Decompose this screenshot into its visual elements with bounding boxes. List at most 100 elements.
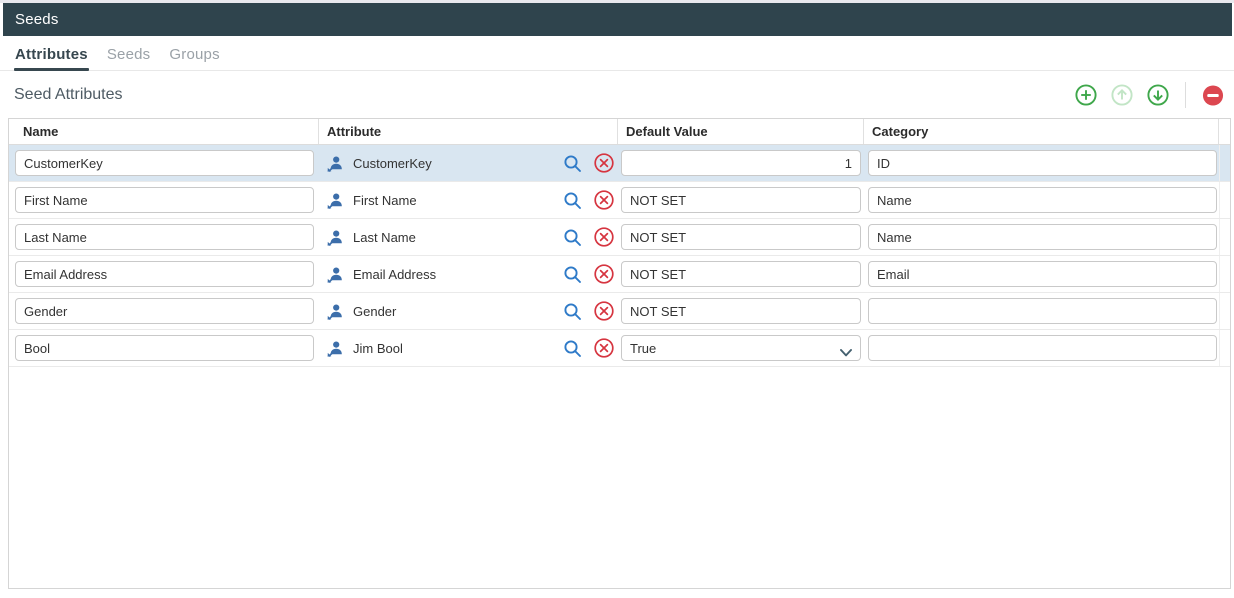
search-icon[interactable] (563, 339, 582, 358)
name-cell (9, 182, 319, 218)
section-header: Seed Attributes (0, 75, 1234, 115)
remove-circle-icon[interactable] (594, 190, 614, 210)
default-value-input[interactable] (621, 224, 861, 250)
name-input[interactable] (15, 150, 314, 176)
name-input[interactable] (15, 261, 314, 287)
category-input[interactable] (868, 335, 1217, 361)
attribute-cell: CustomerKey (319, 145, 618, 181)
attribute-label: Jim Bool (353, 341, 403, 356)
remove-circle-icon[interactable] (594, 153, 614, 173)
user-icon (327, 155, 344, 172)
name-input[interactable] (15, 335, 314, 361)
row-filler (1219, 145, 1230, 181)
default-value-input[interactable] (621, 187, 861, 213)
page-title: Seeds (15, 11, 59, 28)
table-row[interactable]: Jim Bool (9, 330, 1230, 367)
toolbar (1075, 82, 1224, 108)
default-value-cell (618, 219, 864, 255)
row-filler (1219, 219, 1230, 255)
category-cell (864, 330, 1219, 366)
category-input[interactable] (868, 261, 1217, 287)
attribute-label: Gender (353, 304, 396, 319)
section-title: Seed Attributes (14, 86, 123, 104)
default-value-field (621, 298, 861, 324)
table-row[interactable]: First Name (9, 182, 1230, 219)
attribute-cell: First Name (319, 182, 618, 218)
table-row[interactable]: Gender (9, 293, 1230, 330)
column-header-default-value: Default Value (618, 119, 864, 144)
search-icon[interactable] (563, 154, 582, 173)
remove-circle-icon[interactable] (594, 338, 614, 358)
search-icon[interactable] (563, 265, 582, 284)
tab-attributes[interactable]: Attributes (14, 46, 89, 70)
name-cell (9, 145, 319, 181)
column-header-filler (1219, 119, 1230, 144)
default-value-field (621, 150, 861, 176)
content-panel: Seeds Attributes Seeds Groups Seed Attri… (0, 3, 1234, 598)
default-value-field (621, 335, 861, 361)
user-icon (327, 192, 344, 209)
table-body: CustomerKey (9, 145, 1230, 588)
default-value-input[interactable] (621, 150, 861, 176)
name-input[interactable] (15, 298, 314, 324)
attribute-cell: Email Address (319, 256, 618, 292)
category-input[interactable] (868, 298, 1217, 324)
category-cell (864, 145, 1219, 181)
name-cell (9, 219, 319, 255)
attribute-cell: Gender (319, 293, 618, 329)
plus-circle-icon (1075, 84, 1097, 106)
name-input[interactable] (15, 187, 314, 213)
column-header-attribute: Attribute (319, 119, 618, 144)
move-down-button[interactable] (1147, 84, 1169, 106)
toolbar-divider (1185, 82, 1186, 108)
table-row[interactable]: Last Name (9, 219, 1230, 256)
category-input[interactable] (868, 224, 1217, 250)
default-value-field (621, 261, 861, 287)
table-row[interactable]: CustomerKey (9, 145, 1230, 182)
table-row[interactable]: Email Address (9, 256, 1230, 293)
attribute-label: First Name (353, 193, 417, 208)
add-button[interactable] (1075, 84, 1097, 106)
user-icon (327, 340, 344, 357)
category-cell (864, 293, 1219, 329)
search-icon[interactable] (563, 302, 582, 321)
delete-button[interactable] (1202, 84, 1224, 106)
minus-circle-icon (1202, 84, 1224, 107)
remove-circle-icon[interactable] (594, 227, 614, 247)
column-header-name: Name (9, 119, 319, 144)
attribute-label: Email Address (353, 267, 436, 282)
category-input[interactable] (868, 187, 1217, 213)
default-value-cell (618, 330, 864, 366)
row-filler (1219, 256, 1230, 292)
search-icon[interactable] (563, 228, 582, 247)
remove-circle-icon[interactable] (594, 301, 614, 321)
default-value-input[interactable] (621, 335, 861, 361)
user-icon (327, 303, 344, 320)
chevron-down-icon[interactable] (840, 344, 852, 362)
search-icon[interactable] (563, 191, 582, 210)
app-window: Seeds Attributes Seeds Groups Seed Attri… (0, 0, 1234, 598)
name-cell (9, 293, 319, 329)
tab-bar: Attributes Seeds Groups (0, 45, 1234, 71)
remove-circle-icon[interactable] (594, 264, 614, 284)
default-value-input[interactable] (621, 261, 861, 287)
user-icon (327, 229, 344, 246)
category-cell (864, 182, 1219, 218)
category-cell (864, 256, 1219, 292)
arrow-up-circle-icon (1111, 84, 1133, 106)
name-cell (9, 330, 319, 366)
move-up-button[interactable] (1111, 84, 1133, 106)
default-value-field (621, 187, 861, 213)
attribute-cell: Jim Bool (319, 330, 618, 366)
column-header-category: Category (864, 119, 1219, 144)
tab-seeds[interactable]: Seeds (106, 46, 152, 70)
category-cell (864, 219, 1219, 255)
name-input[interactable] (15, 224, 314, 250)
default-value-field (621, 224, 861, 250)
default-value-cell (618, 293, 864, 329)
attribute-cell: Last Name (319, 219, 618, 255)
category-input[interactable] (868, 150, 1217, 176)
tab-groups[interactable]: Groups (168, 46, 220, 70)
row-filler (1219, 182, 1230, 218)
default-value-input[interactable] (621, 298, 861, 324)
